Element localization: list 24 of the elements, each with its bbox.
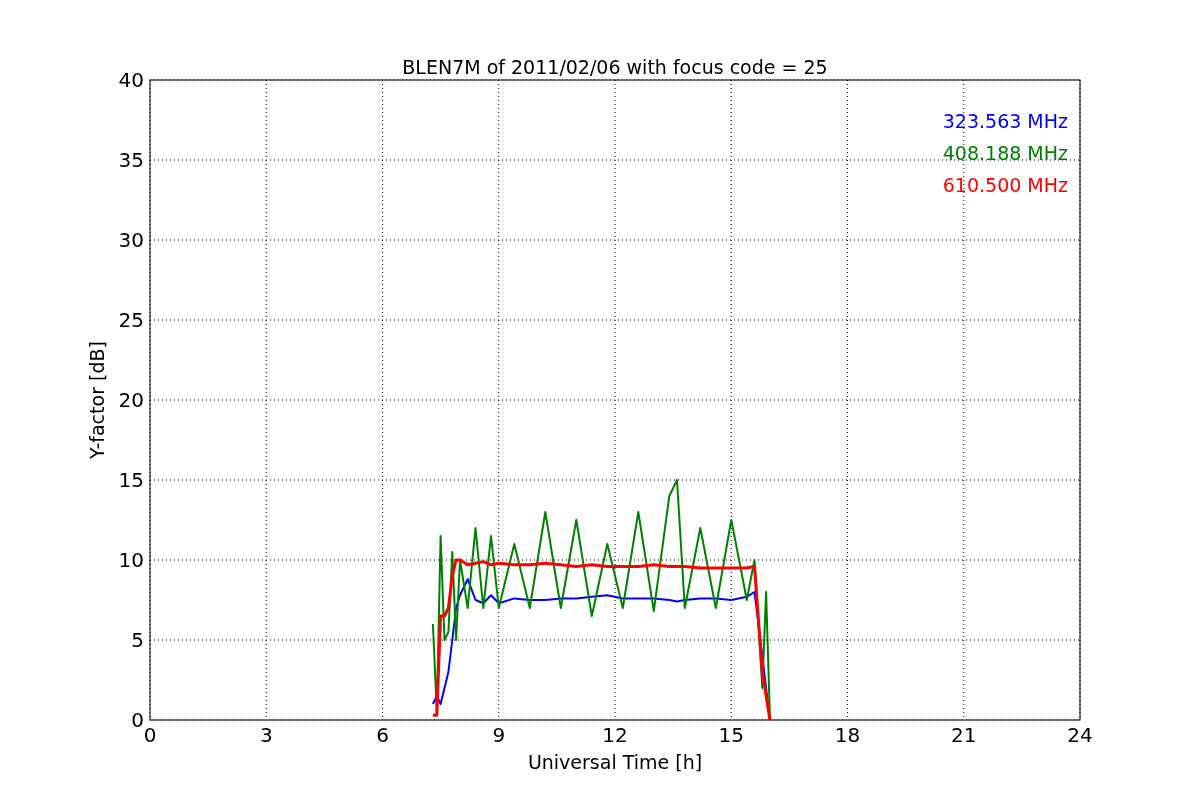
y-tick-label: 5 (131, 628, 144, 652)
x-tick-label: 3 (259, 723, 273, 747)
y-tick-label: 15 (118, 468, 144, 492)
y-tick-label: 20 (118, 388, 144, 412)
x-axis-label: Universal Time [h] (527, 751, 703, 773)
x-tick-label: 0 (143, 723, 157, 747)
y-tick-label: 35 (118, 148, 144, 172)
x-tick-label: 15 (718, 723, 744, 747)
x-tick-label: 9 (492, 723, 506, 747)
chart-title: BLEN7M of 2011/02/06 with focus code = 25 (402, 56, 828, 78)
x-tick-label: 18 (834, 723, 861, 747)
x-tick-label: 21 (951, 723, 977, 747)
y-tick-label: 30 (118, 228, 144, 252)
legend-label: 323.563 MHz (942, 110, 1068, 132)
x-tick-label: 12 (602, 723, 628, 747)
y-tick-label: 25 (118, 308, 144, 332)
x-tick-label: 24 (1067, 723, 1093, 747)
x-tick-label: 6 (376, 723, 389, 747)
y-tick-label: 40 (118, 68, 144, 92)
legend-label: 610.500 MHz (942, 174, 1068, 196)
y-tick-label: 0 (131, 708, 144, 732)
y-axis-label: Y-factor [dB] (86, 341, 108, 459)
y-tick-label: 10 (118, 548, 144, 572)
legend-label: 408.188 MHz (942, 142, 1068, 164)
